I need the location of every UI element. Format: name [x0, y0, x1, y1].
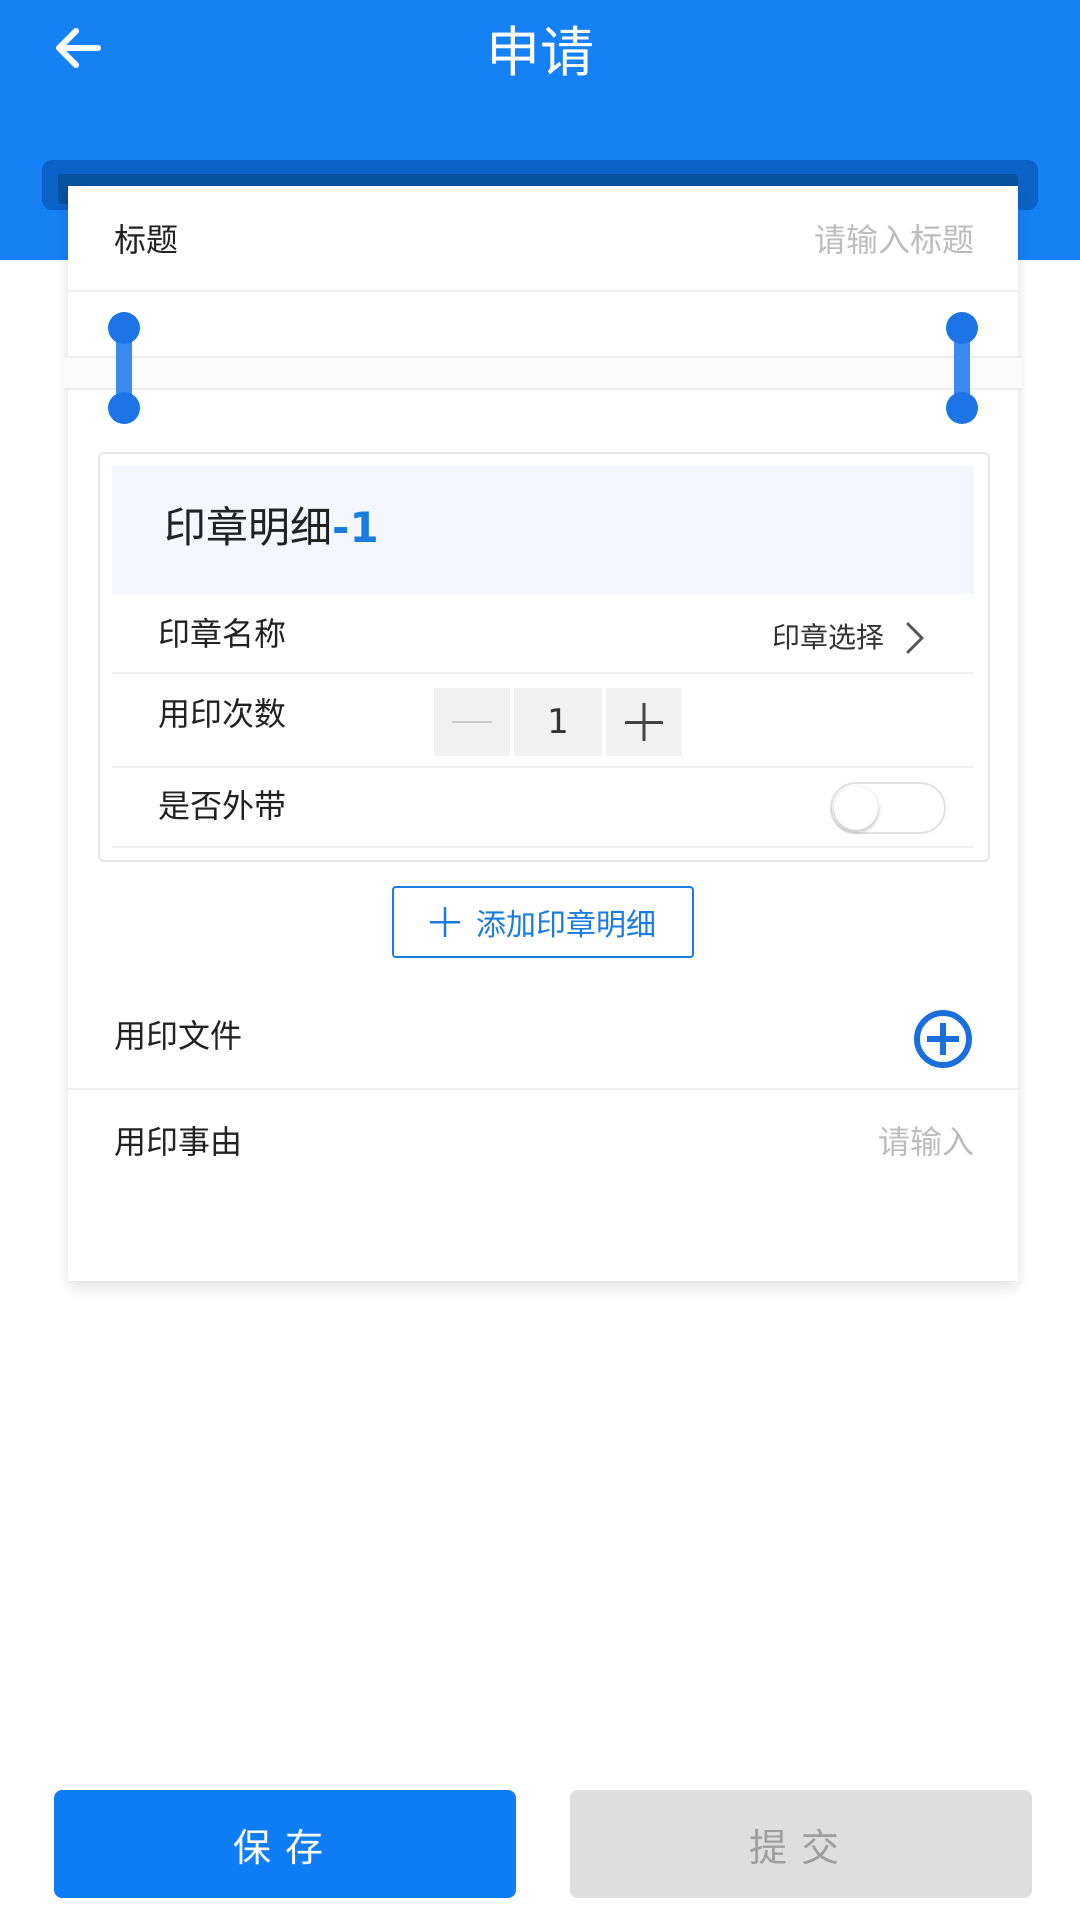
increment-button[interactable] — [606, 688, 682, 756]
chevron-right-icon — [906, 622, 924, 654]
seal-count-label: 用印次数 — [158, 695, 287, 733]
add-file-button[interactable] — [912, 1008, 974, 1070]
toggle-knob — [834, 786, 878, 830]
left-clip-icon — [108, 312, 140, 424]
seal-detail-heading: 印章明细 — [164, 503, 333, 552]
reason-label: 用印事由 — [114, 1123, 243, 1161]
submit-button[interactable]: 提交 — [570, 1790, 1032, 1898]
page-title: 申请 — [486, 21, 594, 84]
seal-name-label: 印章名称 — [158, 615, 287, 653]
add-seal-detail-button[interactable]: 添加印章明细 — [392, 886, 694, 958]
count-value[interactable]: 1 — [514, 688, 602, 756]
plus-icon — [430, 907, 460, 937]
plus-icon — [625, 703, 663, 741]
seal-file-label: 用印文件 — [114, 1017, 243, 1055]
decrement-button[interactable] — [434, 688, 510, 756]
seal-detail-index: -1 — [332, 503, 379, 552]
reason-input[interactable]: 请输入 — [878, 1122, 974, 1162]
title-label: 标题 — [114, 221, 179, 259]
seal-select[interactable]: 印章选择 — [772, 618, 928, 658]
seal-takeout-label: 是否外带 — [158, 787, 287, 825]
save-button[interactable]: 保存 — [54, 1790, 516, 1898]
minus-icon — [452, 721, 492, 723]
clip-strip — [64, 356, 1022, 390]
plus-circle-icon — [914, 1010, 972, 1068]
takeout-toggle[interactable] — [830, 782, 946, 834]
seal-select-value: 印章选择 — [771, 621, 884, 654]
right-clip-icon — [946, 312, 978, 424]
add-seal-detail-label: 添加印章明细 — [476, 908, 656, 943]
seal-detail-title: 印章明细-1 — [164, 500, 379, 556]
quantity-stepper: 1 — [434, 688, 682, 756]
title-input[interactable]: 请输入标题 — [814, 220, 974, 260]
